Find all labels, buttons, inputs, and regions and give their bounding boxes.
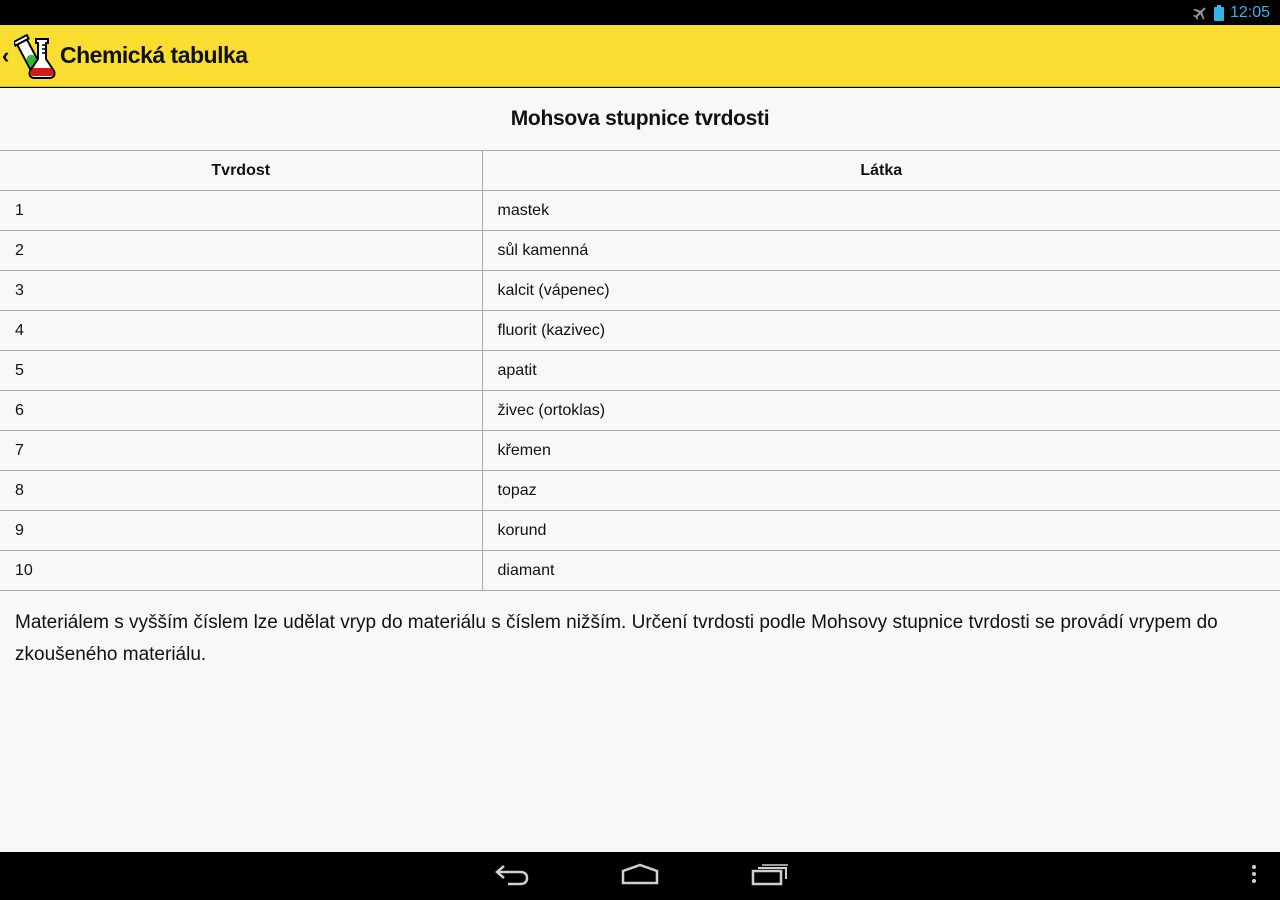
overflow-menu-icon [1251, 864, 1257, 889]
substance-cell: křemen [482, 430, 1280, 471]
status-bar: 12:05 [0, 0, 1280, 25]
hardness-table: Tvrdost Látka 1 mastek 2 sůl kamenná 3 k… [0, 150, 1280, 591]
page-title: Mohsova stupnice tvrdosti [510, 107, 770, 130]
recents-icon [750, 862, 790, 891]
action-bar: ‹ Chemická tabulka [0, 25, 1280, 87]
substance-cell: živec (ortoklas) [482, 390, 1280, 431]
table-header-row: Tvrdost Látka [0, 150, 1280, 191]
back-button[interactable] [490, 862, 534, 890]
hardness-cell: 8 [0, 470, 483, 511]
column-header-substance: Látka [482, 150, 1280, 191]
hardness-cell: 9 [0, 510, 483, 551]
column-header-hardness: Tvrdost [0, 150, 483, 191]
substance-cell: sůl kamenná [482, 230, 1280, 271]
table-row: 7 křemen [0, 430, 1280, 471]
table-row: 5 apatit [0, 350, 1280, 391]
substance-cell: kalcit (vápenec) [482, 270, 1280, 311]
recents-button[interactable] [748, 862, 792, 890]
status-time: 12:05 [1229, 3, 1270, 21]
substance-cell: diamant [482, 550, 1280, 591]
battery-icon [1213, 4, 1224, 21]
home-button[interactable] [618, 862, 662, 890]
table-row: 4 fluorit (kazivec) [0, 310, 1280, 351]
table-row: 3 kalcit (vápenec) [0, 270, 1280, 311]
app-title: Chemická tabulka [60, 42, 248, 68]
hardness-cell: 2 [0, 230, 483, 271]
substance-cell: mastek [482, 190, 1280, 231]
hardness-cell: 6 [0, 390, 483, 431]
chevron-left-icon: ‹ [2, 42, 10, 68]
hardness-cell: 7 [0, 430, 483, 471]
hardness-cell: 5 [0, 350, 483, 391]
content-area[interactable]: Mohsova stupnice tvrdosti Tvrdost Látka … [0, 88, 1280, 852]
hardness-cell: 10 [0, 550, 483, 591]
explanation-text: Materiálem s vyšším číslem lze udělat vr… [15, 612, 1218, 665]
table-row: 1 mastek [0, 190, 1280, 231]
substance-cell: fluorit (kazivec) [482, 310, 1280, 351]
airplane-mode-icon [1192, 5, 1208, 21]
table-row: 9 korund [0, 510, 1280, 551]
substance-cell: korund [482, 510, 1280, 551]
substance-cell: topaz [482, 470, 1280, 511]
hardness-cell: 4 [0, 310, 483, 351]
navigation-bar [0, 852, 1280, 900]
test-tubes-icon [12, 31, 58, 81]
home-icon [620, 862, 660, 891]
hardness-cell: 3 [0, 270, 483, 311]
back-icon [494, 862, 530, 891]
table-row: 2 sůl kamenná [0, 230, 1280, 271]
table-row: 6 živec (ortoklas) [0, 390, 1280, 431]
status-icons: 12:05 [1192, 0, 1270, 25]
overflow-menu-button[interactable] [1244, 862, 1264, 890]
substance-cell: apatit [482, 350, 1280, 391]
up-button[interactable]: ‹ [0, 25, 58, 87]
table-row: 10 diamant [0, 550, 1280, 591]
table-row: 8 topaz [0, 470, 1280, 511]
hardness-cell: 1 [0, 190, 483, 231]
